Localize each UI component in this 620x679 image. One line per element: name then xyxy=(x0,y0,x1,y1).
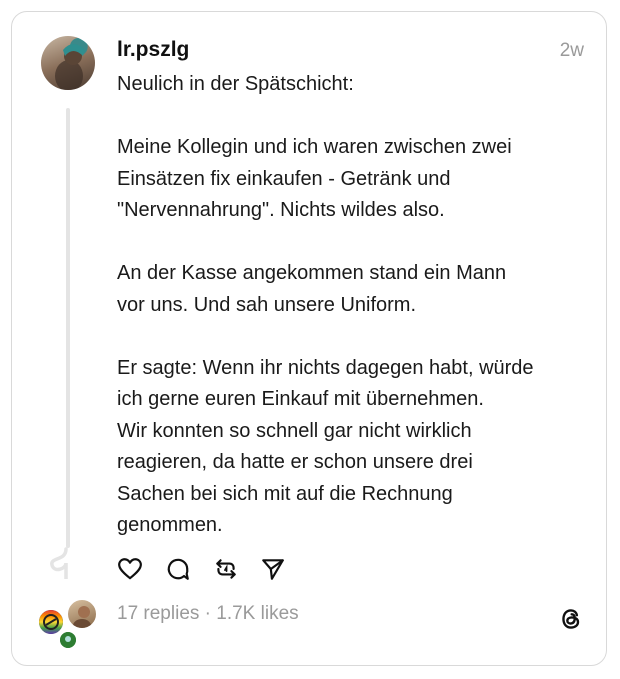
send-icon[interactable] xyxy=(260,556,286,582)
paragraph: Meine Kollegin und ich waren zwischen zw… xyxy=(117,132,587,227)
avatar[interactable] xyxy=(41,36,95,90)
text-line: vor uns. Und sah unsere Uniform. xyxy=(117,293,417,316)
text-line: "Nervennahrung". Nichts wildes also. xyxy=(117,199,445,221)
repost-icon[interactable] xyxy=(213,556,239,582)
threads-logo-icon[interactable] xyxy=(558,605,584,633)
thread-loop-icon xyxy=(50,547,68,579)
text-line: Sachen bei sich mit auf die Rechnung xyxy=(117,482,453,505)
replier-avatar xyxy=(66,598,98,630)
username[interactable]: lr.pszlg xyxy=(117,38,189,62)
text-line: Er sagte: Wenn ihr nichts dagegen habt, … xyxy=(117,356,534,379)
text-line: An der Kasse angekommen stand ein Mann xyxy=(117,262,507,284)
post-stats[interactable]: 17 replies · 1.7K likes xyxy=(117,603,299,625)
paragraph: An der Kasse angekommen stand ein Mann v… xyxy=(117,258,587,321)
paragraph: Neulich in der Spätschicht: xyxy=(117,69,587,101)
replier-avatar xyxy=(58,630,78,650)
text-line: ich gerne euren Einkauf mit übernehmen. xyxy=(117,388,484,410)
text-line: Neulich in der Spätschicht: xyxy=(117,73,354,95)
comment-icon[interactable] xyxy=(165,556,191,582)
heart-icon[interactable] xyxy=(117,556,143,582)
text-line: Meine Kollegin und ich waren zwischen zw… xyxy=(117,136,512,158)
post-text: Neulich in der Spätschicht: Meine Kolleg… xyxy=(117,69,587,542)
text-line: Einsätzen fix einkaufen - Getränk und xyxy=(117,167,451,190)
text-line: Wir konnten so schnell gar nicht wirklic… xyxy=(117,419,472,442)
thread-line xyxy=(66,108,70,548)
paragraph: Er sagte: Wenn ihr nichts dagegen habt, … xyxy=(117,353,587,542)
timestamp: 2w xyxy=(559,40,584,61)
text-line: genommen. xyxy=(117,514,223,536)
text-line: reagieren, da hatte er schon unsere drei xyxy=(117,451,473,473)
